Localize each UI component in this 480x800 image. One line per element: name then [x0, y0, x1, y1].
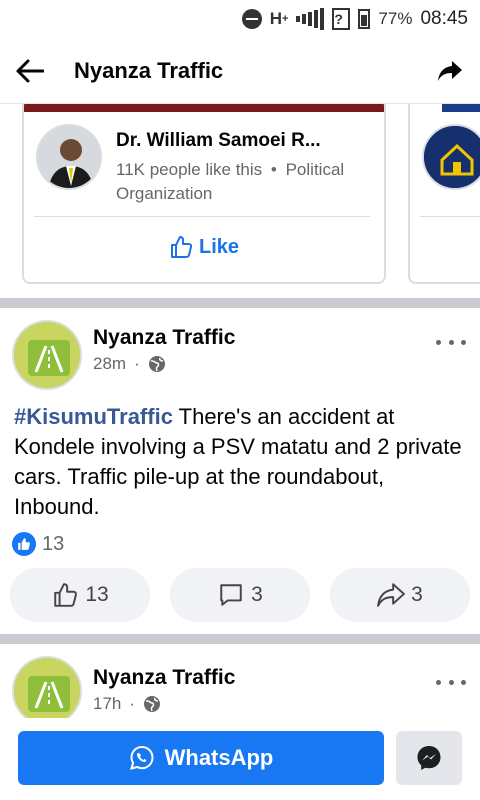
card-divider — [34, 216, 370, 217]
comment-button[interactable]: 3 — [170, 568, 310, 622]
thumbs-up-outline-icon — [54, 583, 78, 607]
no-sim-icon: ? — [332, 8, 351, 30]
post-timestamp[interactable]: 17h · — [93, 694, 161, 714]
share-icon — [438, 60, 462, 81]
hashtag-link[interactable]: #KisumuTraffic — [14, 404, 173, 429]
suggested-pages-strip[interactable]: Dr. William Samoei R... 11K people like … — [0, 104, 480, 298]
post-author-avatar[interactable] — [12, 656, 82, 718]
whatsapp-icon — [129, 745, 154, 770]
feed-post: Nyanza Traffic 28m · #KisumuTraffic Ther… — [0, 308, 480, 634]
reaction-count: 13 — [42, 532, 65, 555]
like-count: 13 — [85, 583, 109, 606]
like-button[interactable]: 13 — [10, 568, 150, 622]
dot — [436, 339, 441, 345]
time-dot: · — [134, 354, 140, 373]
dot — [448, 339, 454, 345]
page-avatar[interactable] — [36, 124, 102, 190]
page-likes: 11K people like this — [116, 160, 263, 179]
bottom-action-bar: WhatsApp — [0, 718, 480, 800]
thumbs-up-outline-icon — [170, 236, 193, 258]
post-timestamp[interactable]: 28m · — [93, 354, 166, 374]
like-reaction-icon — [12, 532, 36, 556]
page-avatar-2[interactable] — [422, 124, 480, 190]
page-cover-image — [24, 104, 384, 112]
nyanza-traffic-logo — [14, 658, 80, 718]
arrow-left-icon — [16, 59, 44, 82]
globe-icon — [144, 696, 161, 712]
page-title: Nyanza Traffic — [74, 57, 224, 83]
post-author-name[interactable]: Nyanza Traffic — [93, 666, 235, 690]
whatsapp-label: WhatsApp — [164, 745, 274, 770]
dot — [461, 679, 466, 685]
do-not-disturb-icon — [241, 9, 262, 29]
post-author-name[interactable]: Nyanza Traffic — [93, 326, 235, 350]
meta-separator: • — [270, 160, 277, 179]
share-button[interactable] — [420, 38, 480, 104]
back-button[interactable] — [0, 38, 60, 104]
post-time: 28m — [93, 354, 127, 373]
comment-icon — [220, 584, 242, 606]
share-count: 3 — [411, 583, 423, 606]
post-body: #KisumuTraffic There's an accident at Ko… — [14, 402, 466, 522]
feed-separator — [0, 634, 480, 644]
messenger-button[interactable] — [396, 731, 462, 785]
house-logo-icon — [424, 126, 480, 188]
person-photo — [38, 126, 100, 188]
globe-icon — [148, 356, 165, 372]
share-post-button[interactable]: 3 — [330, 568, 470, 622]
nyanza-traffic-logo — [14, 322, 80, 388]
card-divider-2 — [420, 216, 480, 217]
time-dot: · — [129, 694, 136, 713]
network-type: H + — [269, 9, 289, 28]
app-header: Nyanza Traffic — [0, 38, 480, 104]
feed-post: Nyanza Traffic 17h · — [0, 644, 480, 718]
dot — [448, 679, 454, 685]
suggested-page-name[interactable]: Dr. William Samoei R... — [116, 130, 370, 152]
whatsapp-button[interactable]: WhatsApp — [18, 731, 384, 785]
battery-percent: 77% — [378, 9, 413, 28]
comment-count: 3 — [251, 583, 263, 606]
messenger-icon — [417, 746, 441, 770]
like-label: Like — [198, 235, 240, 258]
post-more-options-button[interactable] — [436, 672, 466, 692]
suggested-page-card-2[interactable] — [408, 104, 480, 284]
battery-icon — [358, 9, 371, 29]
clock: 08:45 — [420, 8, 468, 29]
status-bar: H + ? 77% 08:45 — [0, 0, 480, 38]
dot — [461, 339, 466, 345]
reaction-summary[interactable]: 13 — [12, 532, 64, 556]
like-page-button[interactable]: Like — [24, 230, 384, 264]
dot — [436, 679, 441, 685]
share-arrow-icon — [377, 583, 406, 607]
suggested-page-meta: 11K people like this • Political Organiz… — [116, 158, 376, 206]
post-more-options-button[interactable] — [436, 332, 466, 352]
post-author-avatar[interactable] — [12, 320, 82, 390]
signal-icon — [296, 8, 325, 30]
page-cover-image-2 — [442, 104, 480, 112]
post-action-row: 13 3 3 — [10, 568, 470, 622]
post-time: 17h — [93, 694, 122, 713]
feed-separator — [0, 298, 480, 308]
suggested-page-card[interactable]: Dr. William Samoei R... 11K people like … — [22, 104, 386, 284]
